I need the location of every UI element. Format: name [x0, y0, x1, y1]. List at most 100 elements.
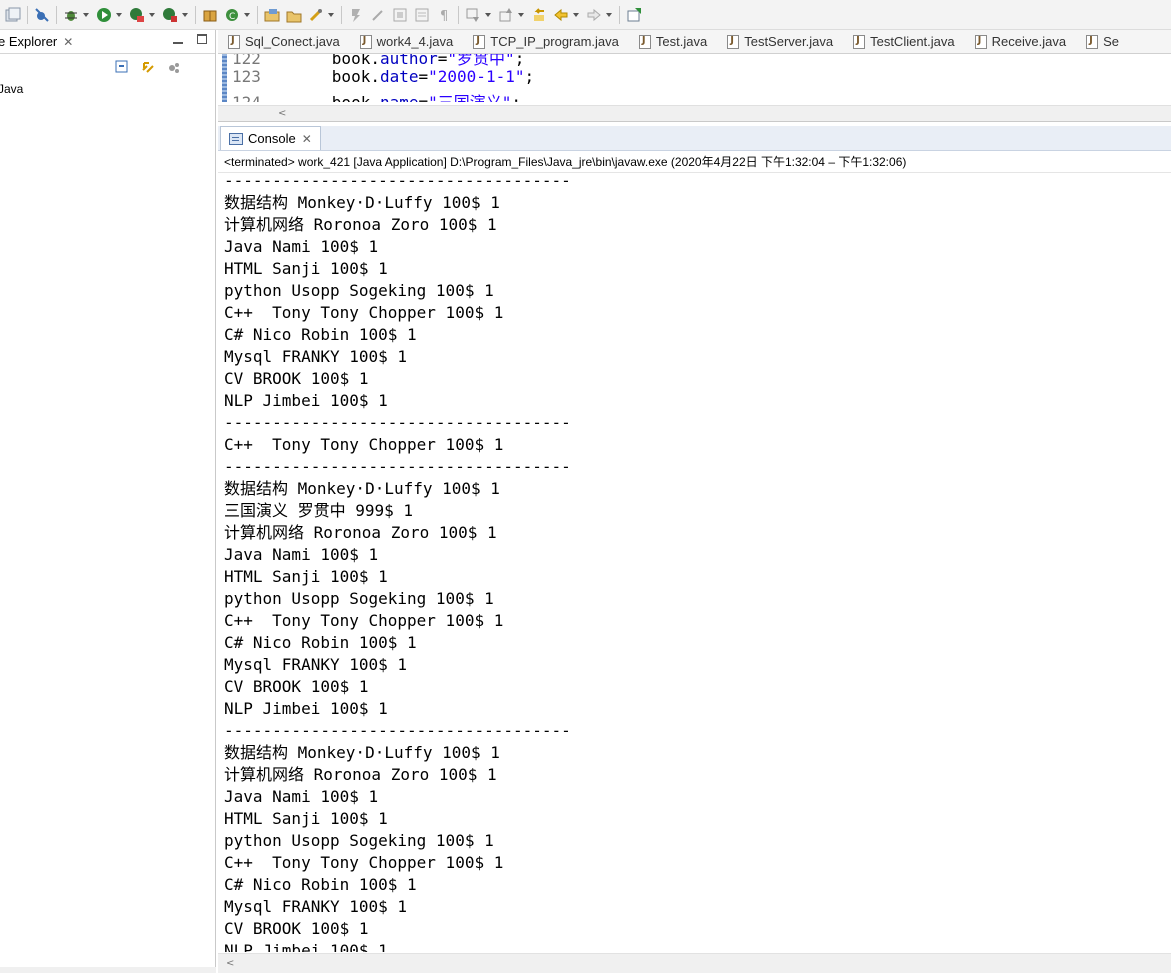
- run-dropdown[interactable]: [115, 6, 123, 24]
- skip-breakpoints-icon[interactable]: [33, 6, 51, 24]
- tab-label: work4_4.java: [376, 34, 454, 49]
- tab-console[interactable]: Console ✕: [220, 126, 321, 150]
- line-number: 124: [232, 93, 274, 102]
- package-explorer-tab[interactable]: e Explorer: [0, 34, 57, 49]
- tab-test[interactable]: Test.java: [629, 30, 717, 53]
- previous-annotation-dropdown[interactable]: [517, 6, 525, 24]
- paragraph-icon[interactable]: ¶: [435, 6, 453, 24]
- console-horizontal-scrollbar[interactable]: <: [218, 953, 1171, 973]
- new-java-package-icon[interactable]: [201, 6, 219, 24]
- code-line: 124 book.name="三国演义";: [232, 89, 521, 102]
- tab-tcp-ip-program[interactable]: TCP_IP_program.java: [463, 30, 629, 53]
- toolbar-separator: [195, 5, 196, 24]
- console-output-line: Mysql FRANKY 100$ 1: [224, 897, 408, 916]
- link-with-editor-icon[interactable]: [139, 58, 157, 76]
- view-menu-icon[interactable]: [165, 58, 183, 76]
- coverage-dropdown[interactable]: [148, 6, 156, 24]
- minimize-icon[interactable]: [173, 34, 183, 44]
- console-output-line: 计算机网络 Roronoa Zoro 100$ 1: [224, 523, 497, 542]
- new-java-class-icon[interactable]: C: [223, 6, 241, 24]
- tab-se[interactable]: Se: [1076, 30, 1129, 53]
- debug-dropdown[interactable]: [82, 6, 90, 24]
- console-view: Console ✕ <terminated> work_421 [Java Ap…: [218, 126, 1171, 973]
- package-explorer-tabbar: e Explorer ✕: [0, 30, 215, 54]
- toggle-annotation-icon[interactable]: [369, 6, 387, 24]
- previous-annotation-icon[interactable]: [497, 6, 515, 24]
- collapse-all-icon[interactable]: [113, 58, 131, 76]
- forward-icon[interactable]: [585, 6, 603, 24]
- console-output-line: NLP Jimbei 100$ 1: [224, 699, 388, 718]
- editor-horizontal-scrollbar[interactable]: <: [218, 105, 1171, 121]
- java-file-icon: [228, 34, 240, 49]
- java-file-icon: [473, 34, 486, 49]
- line-number: 123: [232, 67, 261, 86]
- scroll-left-icon[interactable]: <: [226, 958, 234, 969]
- search-dropdown[interactable]: [327, 6, 335, 24]
- code-editor[interactable]: 122 book.author="罗贯中"; 123 book.date="20…: [218, 54, 1171, 102]
- java-file-icon: [974, 34, 987, 49]
- tab-sql-conect[interactable]: Sql_Conect.java: [218, 30, 350, 53]
- console-tabbar: Console ✕: [218, 126, 1171, 151]
- line-number: 122: [232, 54, 261, 68]
- console-output[interactable]: ------------------------------------ 数据结构…: [224, 170, 1164, 952]
- console-output-line: C++ Tony Tony Chopper 100$ 1: [224, 435, 504, 454]
- console-output-line: HTML Sanji 100$ 1: [224, 259, 388, 278]
- debug-icon[interactable]: [62, 6, 80, 24]
- console-output-line: Java Nami 100$ 1: [224, 787, 379, 806]
- tab-label: Receive.java: [991, 34, 1067, 49]
- tab-label: Sql_Conect.java: [245, 34, 340, 49]
- show-whitespace-icon[interactable]: [413, 6, 431, 24]
- console-output-line: ------------------------------------: [224, 457, 571, 476]
- back-icon[interactable]: [552, 6, 570, 24]
- console-output-line: Mysql FRANKY 100$ 1: [224, 655, 408, 674]
- toolbar-separator: [341, 5, 342, 24]
- forward-dropdown[interactable]: [605, 6, 613, 24]
- code-line: 123 book.date="2000-1-1";: [232, 67, 535, 86]
- overview-ruler-mark: [222, 54, 227, 102]
- editor-tab-bar: Sql_Conect.java work4_4.java TCP_IP_prog…: [218, 30, 1171, 54]
- toggle-mark-occurrences-icon[interactable]: [347, 6, 365, 24]
- java-file-icon: [853, 34, 866, 49]
- open-task-icon[interactable]: [285, 6, 303, 24]
- last-edit-location-icon[interactable]: [530, 6, 548, 24]
- console-output-line: NLP Jimbei 100$ 1: [224, 391, 388, 410]
- java-file-icon: [359, 34, 372, 49]
- console-output-line: ------------------------------------: [224, 413, 571, 432]
- tab-receive[interactable]: Receive.java: [965, 30, 1076, 53]
- console-output-line: CV BROOK 100$ 1: [224, 677, 369, 696]
- tab-testclient[interactable]: TestClient.java: [843, 30, 965, 53]
- toolbar-separator: [257, 5, 258, 24]
- scroll-left-icon[interactable]: <: [278, 108, 286, 119]
- new-java-class-dropdown[interactable]: [243, 6, 251, 24]
- search-icon[interactable]: [307, 6, 325, 24]
- console-output-line: 数据结构 Monkey·D·Luffy 100$ 1: [224, 479, 500, 498]
- external-tools-icon[interactable]: [161, 6, 179, 24]
- java-file-icon: [727, 34, 740, 49]
- tab-work4-4[interactable]: work4_4.java: [350, 30, 464, 53]
- java-file-icon: [638, 34, 651, 49]
- maximize-icon[interactable]: [197, 34, 207, 44]
- console-output-line: C# Nico Robin 100$ 1: [224, 875, 417, 894]
- tree-item[interactable]: Java: [0, 82, 215, 96]
- back-dropdown[interactable]: [572, 6, 580, 24]
- next-annotation-icon[interactable]: [464, 6, 482, 24]
- left-scrollbar[interactable]: [0, 967, 216, 973]
- save-all-icon[interactable]: [4, 6, 22, 24]
- java-file-icon: [1086, 34, 1099, 49]
- toggle-block-selection-icon[interactable]: [391, 6, 409, 24]
- console-output-line: C# Nico Robin 100$ 1: [224, 633, 417, 652]
- coverage-icon[interactable]: [128, 6, 146, 24]
- svg-text:C: C: [229, 12, 235, 22]
- close-icon[interactable]: ✕: [63, 35, 73, 49]
- tab-label: TCP_IP_program.java: [490, 34, 619, 49]
- console-output-line: Mysql FRANKY 100$ 1: [224, 347, 408, 366]
- next-annotation-dropdown[interactable]: [484, 6, 492, 24]
- console-output-line: HTML Sanji 100$ 1: [224, 567, 388, 586]
- run-icon[interactable]: [95, 6, 113, 24]
- tab-testserver[interactable]: TestServer.java: [717, 30, 843, 53]
- pin-editor-icon[interactable]: [625, 6, 643, 24]
- close-icon[interactable]: ✕: [302, 132, 312, 146]
- open-type-icon[interactable]: [263, 6, 281, 24]
- console-output-line: 计算机网络 Roronoa Zoro 100$ 1: [224, 215, 497, 234]
- external-tools-dropdown[interactable]: [181, 6, 189, 24]
